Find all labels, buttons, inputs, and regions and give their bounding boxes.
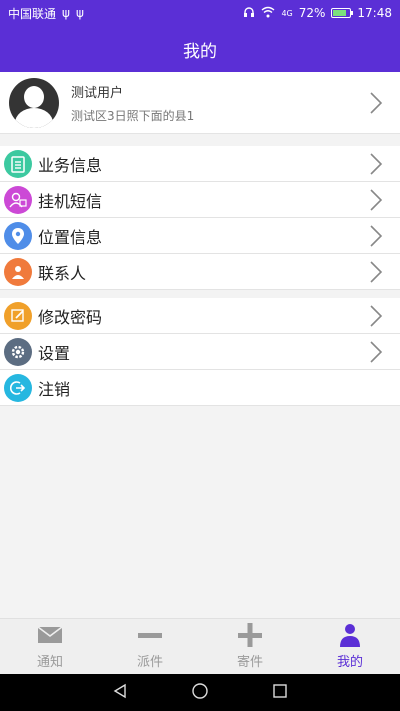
- menu-item-logout[interactable]: 注销: [0, 370, 400, 406]
- chevron-right-icon: [364, 260, 388, 284]
- chevron-right-icon: [364, 91, 388, 115]
- tab-label: 我的: [336, 655, 363, 670]
- menu-group: 修改密码 设置 注销: [0, 298, 400, 406]
- clock: 17:48: [357, 6, 392, 20]
- minus-icon: [136, 623, 164, 647]
- back-icon[interactable]: [112, 683, 128, 703]
- chevron-right-icon: [364, 188, 388, 212]
- menu-item-label: 修改密码: [38, 307, 103, 327]
- battery-percent: 72%: [298, 6, 326, 20]
- sms-icon: [4, 185, 32, 214]
- menu-group: 业务信息 挂机短信 位置信息 联系人: [0, 146, 400, 290]
- menu-item-label: 位置信息: [38, 227, 103, 247]
- battery-icon: [331, 8, 354, 18]
- clipboard-icon: [4, 149, 32, 178]
- app-header: 我的: [0, 26, 400, 72]
- tab-send[interactable]: 寄件: [200, 619, 300, 674]
- profile-card[interactable]: 测试用户 测试区3日照下面的县1: [0, 72, 400, 134]
- tab-notifications[interactable]: 通知: [0, 619, 100, 674]
- bottom-tab-bar: 通知 派件 寄件 我的: [0, 618, 400, 674]
- profile-name: 测试用户: [71, 85, 124, 101]
- carrier-label: 中国联通: [8, 6, 57, 21]
- profile-address: 测试区3日照下面的县1: [71, 108, 195, 123]
- page-title: 我的: [183, 41, 217, 62]
- menu-item-label: 设置: [38, 343, 71, 363]
- tab-label: 通知: [36, 655, 63, 670]
- chevron-right-icon: [364, 152, 388, 176]
- location-icon: [4, 221, 32, 250]
- system-nav-bar: [0, 674, 400, 711]
- usb-icon: ψ: [75, 6, 84, 20]
- recent-apps-icon[interactable]: [272, 683, 288, 703]
- menu-item-hangup-sms[interactable]: 挂机短信: [0, 182, 400, 218]
- menu-item-label: 联系人: [38, 263, 87, 283]
- usb-icon: ψ: [62, 6, 70, 20]
- headset-icon: [243, 6, 255, 21]
- avatar: [9, 77, 59, 128]
- menu-item-contacts[interactable]: 联系人: [0, 254, 400, 290]
- status-bar: 中国联通 ψ ψ 4G 72% 17:48: [0, 0, 400, 26]
- plus-icon: [236, 623, 264, 647]
- chevron-right-icon: [364, 304, 388, 328]
- menu-item-label: 业务信息: [38, 155, 103, 175]
- menu-item-settings[interactable]: 设置: [0, 334, 400, 370]
- tab-mine[interactable]: 我的: [300, 619, 400, 674]
- menu-item-label: 注销: [38, 379, 71, 399]
- chevron-right-icon: [364, 340, 388, 364]
- logout-icon: [4, 373, 32, 402]
- gear-icon: [4, 337, 32, 366]
- menu-item-label: 挂机短信: [38, 191, 103, 211]
- menu-item-business-info[interactable]: 业务信息: [0, 146, 400, 182]
- menu-item-change-password[interactable]: 修改密码: [0, 298, 400, 334]
- edit-icon: [4, 301, 32, 330]
- tab-dispatch[interactable]: 派件: [100, 619, 200, 674]
- person-icon: [336, 623, 364, 647]
- contact-icon: [4, 257, 32, 286]
- wifi-icon: [261, 6, 275, 21]
- chevron-right-icon: [364, 224, 388, 248]
- signal-icon: 4G: [281, 8, 293, 18]
- tab-label: 寄件: [236, 655, 263, 670]
- tab-label: 派件: [136, 655, 163, 670]
- menu-item-location-info[interactable]: 位置信息: [0, 218, 400, 254]
- home-icon[interactable]: [191, 682, 209, 704]
- mail-icon: [36, 623, 64, 647]
